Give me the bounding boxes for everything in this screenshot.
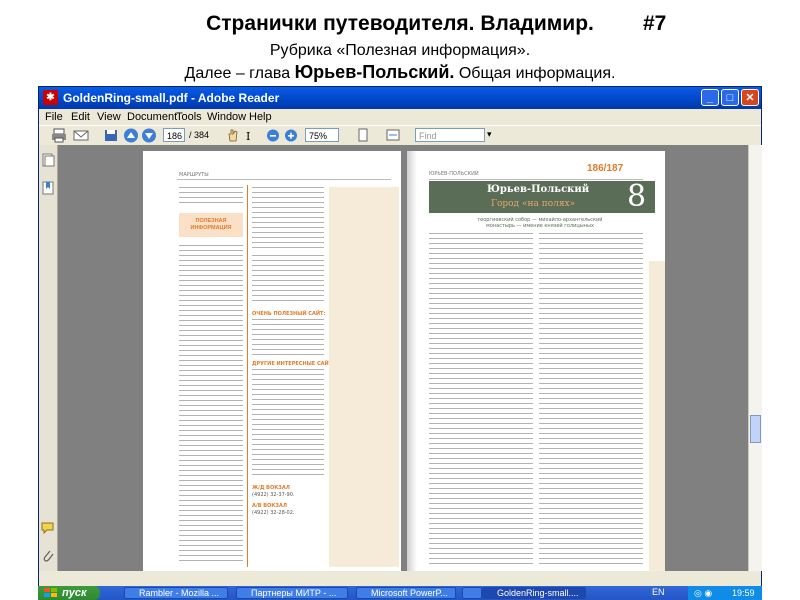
right-page-margin-strip bbox=[649, 261, 665, 571]
reader-window: ✱ GoldenRing-small.pdf - Adobe Reader _ … bbox=[38, 86, 762, 600]
task-goldenring[interactable]: GoldenRing-small.... bbox=[482, 587, 586, 599]
pages-panel-icon[interactable] bbox=[41, 153, 55, 167]
slide-number: #7 bbox=[643, 12, 667, 35]
left-column-text bbox=[179, 187, 243, 207]
task-partners[interactable]: Партнеры МИТР - ... bbox=[236, 587, 348, 599]
fit-page-icon[interactable] bbox=[355, 128, 371, 143]
chapter-subtitle: Город «на полях» bbox=[491, 199, 576, 209]
slide-line3-bold: Юрьев-Польский. bbox=[294, 62, 455, 82]
middle-column-text-2 bbox=[252, 255, 324, 305]
menu-bar: File Edit View Document Tools Window Hel… bbox=[39, 109, 761, 125]
language-indicator[interactable]: EN bbox=[652, 587, 665, 597]
maximize-button[interactable]: □ bbox=[721, 89, 739, 106]
zoom-select[interactable]: 75% bbox=[305, 128, 339, 142]
select-text-icon[interactable]: I bbox=[243, 128, 259, 143]
minimize-button[interactable]: _ bbox=[701, 89, 719, 106]
slide-line3-suffix: Общая информация. bbox=[454, 65, 616, 82]
useful-info-title: ПОЛЕЗНАЯ ИНФОРМАЦИЯ bbox=[190, 218, 232, 231]
next-page-icon[interactable] bbox=[141, 128, 157, 143]
left-page-header: МАРШРУТЫ bbox=[179, 172, 209, 178]
slide-line3: Далее – глава Юрьев-Польский. Общая инфо… bbox=[0, 62, 800, 83]
zoom-in-icon[interactable] bbox=[283, 128, 299, 143]
right-column-text-2 bbox=[539, 233, 643, 567]
useful-site-text bbox=[252, 319, 324, 355]
railway-station-phone: (4922) 32-37-90. bbox=[252, 492, 295, 498]
useful-site-heading: ОЧЕНЬ ПОЛЕЗНЫЙ САЙТ: bbox=[252, 311, 326, 317]
middle-column-text bbox=[252, 187, 324, 249]
right-page: ЮРЬЕВ-ПОЛЬСКИЙ 186/187 Юрьев-Польский Го… bbox=[407, 151, 665, 571]
menu-view[interactable]: View bbox=[97, 111, 121, 123]
toolbar: 186 / 384 I 75% Find ▾ bbox=[39, 125, 761, 147]
task-unnamed[interactable] bbox=[462, 587, 482, 599]
left-column-divider bbox=[247, 185, 248, 567]
chapter-banner: Юрьев-Польский Город «на полях» 8 bbox=[429, 179, 655, 214]
taskbar: пуск Rambler - Mozilla ... Партнеры МИТР… bbox=[38, 586, 762, 600]
bookmarks-panel-icon[interactable] bbox=[41, 181, 55, 195]
menu-window[interactable]: Window bbox=[207, 111, 246, 123]
menu-document[interactable]: Document bbox=[127, 111, 177, 123]
find-dropdown-icon[interactable]: ▾ bbox=[487, 129, 492, 140]
zoom-out-icon[interactable] bbox=[265, 128, 281, 143]
right-header-rule bbox=[429, 179, 643, 180]
print-icon[interactable] bbox=[51, 128, 67, 143]
page-total: / 384 bbox=[189, 130, 210, 140]
system-tray: ◎ ◉ 19:59 bbox=[688, 586, 762, 600]
slide-subtitle: Рубрика «Полезная информация». bbox=[269, 42, 531, 59]
chapter-title: Юрьев-Польский bbox=[487, 184, 590, 195]
navigation-pane bbox=[39, 145, 58, 571]
right-page-header: ЮРЬЕВ-ПОЛЬСКИЙ bbox=[429, 171, 479, 177]
left-header-rule bbox=[177, 179, 391, 180]
task-rambler[interactable]: Rambler - Mozilla ... bbox=[124, 587, 228, 599]
clock: 19:59 bbox=[732, 588, 755, 598]
page-number-input[interactable]: 186 bbox=[163, 128, 185, 142]
windows-logo-icon bbox=[44, 588, 57, 597]
railway-station-heading: Ж/Д ВОКЗАЛ bbox=[252, 485, 290, 491]
hand-tool-icon[interactable] bbox=[225, 128, 241, 143]
page-gutter-shadow bbox=[407, 151, 417, 571]
left-column-text-2 bbox=[179, 245, 243, 565]
slide-title-text: Странички путеводителя. Владимир. bbox=[206, 12, 594, 35]
bus-station-heading: А/В ВОКЗАЛ bbox=[252, 503, 287, 509]
left-page: МАРШРУТЫ ПОЛЕЗНАЯ ИНФОРМАЦИЯ ОЧЕНЬ ПОЛЕЗ… bbox=[143, 151, 401, 571]
document-view[interactable]: МАРШРУТЫ ПОЛЕЗНАЯ ИНФОРМАЦИЯ ОЧЕНЬ ПОЛЕЗ… bbox=[58, 145, 748, 571]
other-sites-heading: ДРУГИЕ ИНТЕРЕСНЫЕ САЙТЫ: bbox=[252, 361, 340, 367]
menu-edit[interactable]: Edit bbox=[71, 111, 90, 123]
right-page-numbers: 186/187 bbox=[587, 163, 624, 174]
useful-info-box: ПОЛЕЗНАЯ ИНФОРМАЦИЯ bbox=[179, 213, 243, 237]
start-label: пуск bbox=[62, 587, 87, 599]
slide-title: Странички путеводителя. Владимир. #7 bbox=[0, 12, 800, 36]
menu-file[interactable]: File bbox=[45, 111, 63, 123]
left-page-margin-strip bbox=[329, 187, 399, 567]
vertical-scrollbar[interactable] bbox=[748, 145, 762, 571]
title-bar[interactable]: ✱ GoldenRing-small.pdf - Adobe Reader _ … bbox=[39, 87, 761, 109]
scrollbar-thumb[interactable] bbox=[750, 415, 761, 443]
menu-help[interactable]: Help bbox=[249, 111, 272, 123]
window-title: GoldenRing-small.pdf - Adobe Reader bbox=[63, 91, 280, 105]
close-button[interactable]: ✕ bbox=[741, 89, 759, 106]
right-column-text-1 bbox=[429, 233, 533, 567]
attachments-icon[interactable] bbox=[41, 549, 55, 563]
slide-line3-prefix: Далее – глава bbox=[184, 65, 295, 82]
task-powerpoint[interactable]: Microsoft PowerP... bbox=[356, 587, 456, 599]
find-input[interactable]: Find bbox=[415, 128, 485, 142]
comments-icon[interactable] bbox=[41, 521, 55, 535]
tray-icons[interactable]: ◎ ◉ bbox=[694, 586, 712, 600]
other-sites-text bbox=[252, 369, 324, 479]
fit-width-icon[interactable] bbox=[385, 128, 401, 143]
previous-page-icon[interactable] bbox=[123, 128, 139, 143]
bus-station-phone: (4922) 32-28-02. bbox=[252, 510, 295, 516]
chapter-number: 8 bbox=[627, 179, 647, 214]
start-button[interactable]: пуск bbox=[38, 586, 100, 600]
adobe-reader-icon: ✱ bbox=[43, 90, 58, 105]
menu-tools[interactable]: Tools bbox=[176, 111, 202, 123]
save-icon[interactable] bbox=[103, 128, 119, 143]
svg-text:I: I bbox=[246, 130, 250, 143]
chapter-note: георгиевский собор — михайло-архангельск… bbox=[477, 217, 603, 229]
email-icon[interactable] bbox=[73, 128, 89, 143]
